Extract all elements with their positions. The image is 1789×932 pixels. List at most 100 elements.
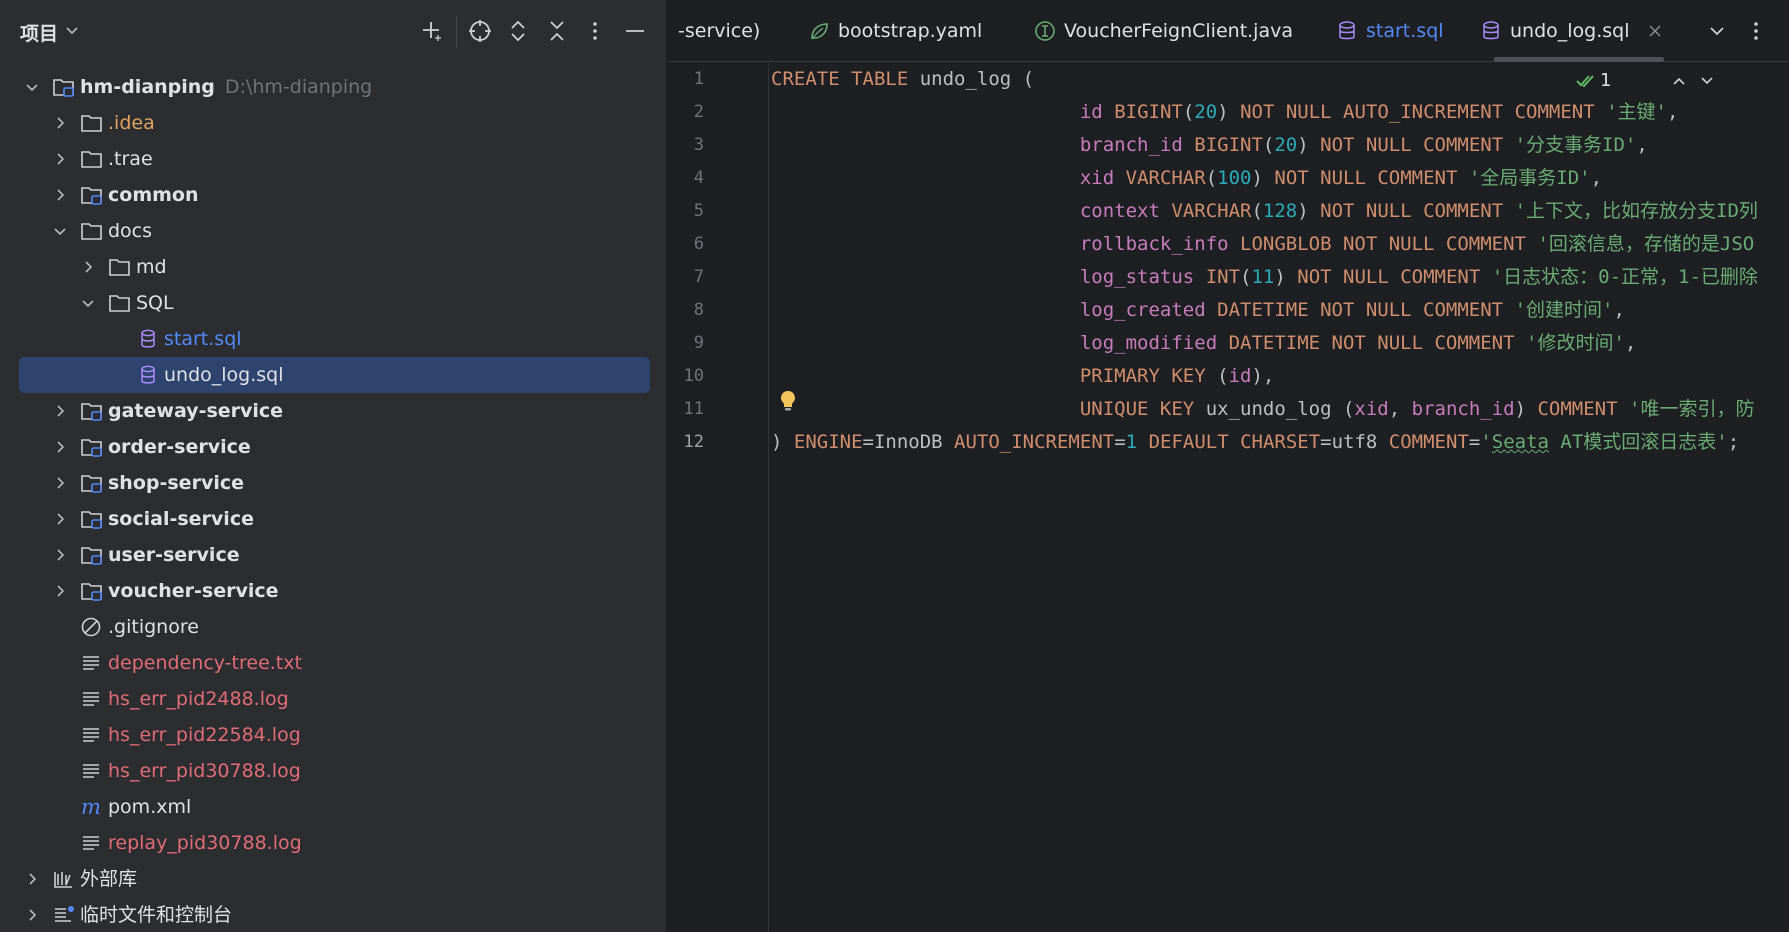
code-token: ( — [1217, 365, 1229, 387]
module-folder-icon — [81, 547, 102, 565]
chevron-right-icon[interactable] — [52, 439, 68, 455]
code-line[interactable]: PRIMARY KEY (id), — [771, 360, 1275, 393]
code-token: AT模式回滚日志表' — [1548, 431, 1728, 453]
tree-item[interactable]: shop-service — [0, 465, 666, 501]
chevron-right-icon[interactable] — [52, 151, 68, 167]
code-token: ( — [1205, 167, 1218, 189]
tree-item[interactable]: .gitignore — [0, 609, 666, 645]
code-token: INT — [1205, 266, 1241, 288]
tree-item[interactable]: hm-dianping D:\hm-dianping — [0, 69, 666, 105]
line-number: 7 — [693, 267, 704, 287]
tree-item[interactable]: md — [0, 249, 666, 285]
code-line[interactable]: branch_id BIGINT(20) NOT NULL COMMENT '分… — [771, 129, 1648, 162]
tree-item[interactable]: user-service — [0, 537, 666, 573]
chevron-right-icon[interactable] — [24, 907, 40, 923]
code-line[interactable]: UNIQUE KEY ux_undo_log (xid, branch_id) … — [771, 393, 1755, 426]
chevron-right-icon[interactable] — [52, 403, 68, 419]
tab-voucher-feign-client[interactable]: VoucherFeignClient.java — [1034, 0, 1293, 62]
tree-item-label: .trae — [108, 148, 153, 170]
tree-item[interactable]: gateway-service — [0, 393, 666, 429]
tree-item[interactable]: .idea — [0, 105, 666, 141]
chevron-right-icon[interactable] — [52, 547, 68, 563]
code-line[interactable]: rollback_info LONGBLOB NOT NULL COMMENT … — [771, 228, 1754, 261]
code-token: ' — [1480, 431, 1492, 453]
chevron-right-icon[interactable] — [80, 259, 96, 275]
tree-item[interactable]: start.sql — [0, 321, 666, 357]
chevron-right-icon[interactable] — [24, 871, 40, 887]
chevron-right-icon[interactable] — [52, 115, 68, 131]
code-line[interactable]: ) ENGINE=InnoDB AUTO_INCREMENT=1 DEFAULT… — [771, 426, 1739, 459]
chevron-up-icon[interactable] — [1671, 73, 1687, 89]
tab-start-sql[interactable]: start.sql — [1336, 0, 1444, 62]
code-token: 128 — [1262, 200, 1298, 222]
tree-item[interactable]: 外部库 — [0, 861, 666, 897]
scratches-icon — [55, 906, 74, 922]
code-token: = — [1468, 431, 1481, 453]
tab-service[interactable]: -service) — [678, 0, 760, 62]
line-number: 8 — [693, 300, 704, 320]
tree-item[interactable]: hs_err_pid30788.log — [0, 753, 666, 789]
tree-item-label: hs_err_pid22584.log — [108, 724, 301, 746]
project-path: D:\hm-dianping — [224, 76, 373, 98]
chevron-right-icon[interactable] — [52, 187, 68, 203]
locate-file-icon[interactable] — [465, 16, 495, 46]
tree-item[interactable]: common — [0, 177, 666, 213]
svg-text:m: m — [81, 796, 101, 818]
new-file-icon[interactable] — [416, 16, 446, 46]
chevron-down-icon[interactable] — [1699, 73, 1715, 89]
tree-item[interactable]: dependency-tree.txt — [0, 645, 666, 681]
more-options-icon[interactable] — [580, 16, 610, 46]
tree-item-label: undo_log.sql — [164, 364, 284, 386]
code-line[interactable]: log_status INT(11) NOT NULL COMMENT '日志状… — [771, 261, 1758, 294]
inspection-count: 1 — [1600, 70, 1612, 91]
tree-item[interactable]: social-service — [0, 501, 666, 537]
tree-item-label: common — [108, 184, 199, 206]
chevron-down-icon[interactable] — [64, 22, 80, 38]
tree-item[interactable]: m pom.xml — [0, 789, 666, 825]
expand-all-icon[interactable] — [503, 16, 533, 46]
lightbulb-icon[interactable] — [778, 389, 798, 413]
chevron-right-icon[interactable] — [52, 511, 68, 527]
chevron-down-icon[interactable] — [52, 223, 68, 239]
tree-item[interactable]: undo_log.sql — [0, 357, 666, 393]
tree-item[interactable]: docs — [0, 213, 666, 249]
close-icon[interactable] — [1648, 24, 1662, 38]
code-token: ) — [1514, 398, 1538, 420]
code-line[interactable]: log_created DATETIME NOT NULL COMMENT '创… — [771, 294, 1625, 327]
tree-item-label: dependency-tree.txt — [108, 652, 302, 674]
chevron-down-icon[interactable] — [80, 295, 96, 311]
tree-item[interactable]: order-service — [0, 429, 666, 465]
chevron-right-icon[interactable] — [52, 475, 68, 491]
tree-item[interactable]: 临时文件和控制台 — [0, 897, 666, 932]
code-line[interactable]: log_modified DATETIME NOT NULL COMMENT '… — [771, 327, 1636, 360]
code-token: '分支事务ID' — [1514, 134, 1637, 156]
tree-item-label: SQL — [136, 292, 174, 314]
tree-item[interactable]: .trae — [0, 141, 666, 177]
code-token: BIGINT — [1194, 134, 1263, 156]
ignore-icon — [81, 617, 101, 637]
project-panel-title[interactable]: 项目 — [20, 19, 58, 46]
tree-item[interactable]: replay_pid30788.log — [0, 825, 666, 861]
tree-item[interactable]: hs_err_pid22584.log — [0, 717, 666, 753]
code-line[interactable]: CREATE TABLE undo_log ( — [771, 63, 1034, 96]
tree-item[interactable]: voucher-service — [0, 573, 666, 609]
collapse-all-icon[interactable] — [542, 16, 572, 46]
more-options-icon[interactable] — [1744, 19, 1768, 43]
code-token: 20 — [1274, 134, 1298, 156]
minimize-icon[interactable] — [620, 16, 650, 46]
code-line[interactable]: xid VARCHAR(100) NOT NULL COMMENT '全局事务I… — [771, 162, 1602, 195]
chevron-down-icon[interactable] — [24, 79, 40, 95]
code-line[interactable]: id BIGINT(20) NOT NULL AUTO_INCREMENT CO… — [771, 96, 1679, 129]
tree-item[interactable]: hs_err_pid2488.log — [0, 681, 666, 717]
inspection-widget[interactable]: 1 — [1576, 70, 1611, 91]
line-number: 9 — [693, 333, 704, 353]
tab-undo-log-sql[interactable]: undo_log.sql — [1480, 0, 1678, 62]
tree-item[interactable]: SQL — [0, 285, 666, 321]
code-editor[interactable]: 1 2 3 4 5 6 7 8 9 10 11 12 CREATE TABLE undo_log ( … — [668, 63, 1789, 932]
chevron-right-icon[interactable] — [52, 583, 68, 599]
code-line[interactable]: context VARCHAR(128) NOT NULL COMMENT '上… — [771, 195, 1758, 228]
chevron-down-icon[interactable] — [1705, 19, 1729, 43]
line-number: 4 — [693, 168, 704, 188]
tab-bootstrap-yaml[interactable]: bootstrap.yaml — [808, 0, 982, 62]
code-token: LONGBLOB NOT NULL COMMENT — [1240, 233, 1538, 255]
